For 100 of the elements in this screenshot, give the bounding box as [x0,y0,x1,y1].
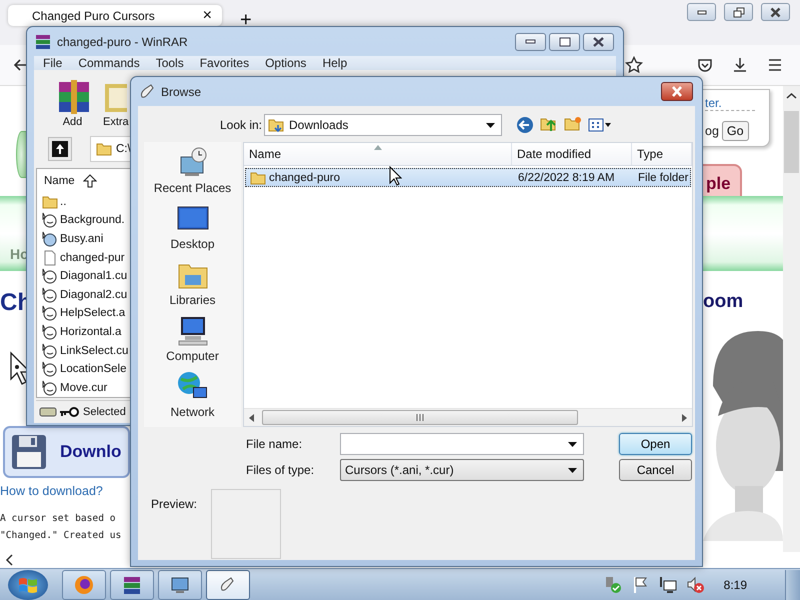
taskbar-button[interactable] [158,570,202,600]
window-title: changed-puro - WinRAR [57,34,188,48]
minimize-icon [696,10,706,14]
help-link[interactable]: How to download? [0,484,103,498]
file-name[interactable]: Busy.ani [60,232,104,245]
look-in-dropdown[interactable]: Downloads [264,114,502,136]
file-name: changed-puro [269,172,340,184]
column-header[interactable]: Name [244,143,512,165]
drive-icon [39,406,57,418]
file-name[interactable]: Horizontal.a [60,326,122,338]
pocket-icon[interactable] [697,57,713,73]
taskbar-button[interactable] [62,570,106,600]
grip-icon [416,414,424,421]
scroll-right-icon[interactable] [680,414,688,422]
places-item[interactable]: Recent Places [144,147,241,203]
caret-icon [568,468,577,472]
file-name[interactable]: Diagonal2.cu [60,288,128,301]
file-name[interactable]: .. [60,196,66,208]
description-text: A cursor set based o [0,513,116,524]
taskbar-button[interactable] [110,570,154,600]
sort-arrow-icon [82,174,97,188]
file-name[interactable]: Background. [60,214,125,226]
download-icon[interactable] [732,57,748,73]
file-name[interactable]: Move.cur [60,382,108,394]
minimize-button[interactable] [687,3,716,21]
restore-button[interactable] [724,3,753,21]
places-item[interactable]: Network [144,371,241,427]
field-label: Files of type: [246,463,316,477]
column-header[interactable]: Date modified [512,143,632,165]
menu-item[interactable]: File [36,56,70,70]
menu-item[interactable]: Commands [71,56,147,70]
field-label: Look in: [218,118,263,132]
toolbar-button[interactable]: Add [44,78,101,134]
folder-icon [250,170,266,186]
file-name-field[interactable] [340,433,584,455]
up-folder-icon[interactable] [540,116,558,134]
menu-item[interactable]: Options [258,56,314,70]
menu-item[interactable]: Favorites [192,56,256,70]
field-label: File name: [246,437,304,451]
file-type-dropdown[interactable]: Cursors (*.ani, *.cur) [340,459,584,481]
menu-icon[interactable] [767,57,783,73]
places-item[interactable]: Computer [144,315,241,371]
search-field[interactable]: og [705,124,719,138]
open-button[interactable]: Open [619,433,692,455]
column-header[interactable]: Type [632,143,692,165]
maximize-button[interactable] [549,32,580,50]
scrollbar-thumb[interactable] [784,111,799,173]
cursor-file-icon [42,268,58,284]
scroll-left-icon[interactable] [248,414,256,422]
file-name[interactable]: HelpSelect.a [60,307,126,320]
caret-icon [568,442,577,446]
description-text: "Changed." Created us [0,530,122,541]
go-button[interactable]: Go [722,121,749,141]
star-icon[interactable] [625,56,643,74]
flag-icon[interactable] [632,576,650,594]
cursor-file-icon [42,342,58,359]
download-card[interactable]: Downlo [3,426,130,478]
file-name[interactable]: Diagonal1.cu [60,270,128,282]
note-link[interactable]: ter. [705,96,755,111]
back-icon[interactable] [516,116,534,134]
minimize-button[interactable] [515,32,546,50]
up-button[interactable] [48,137,72,161]
column-header[interactable]: Name [37,169,131,192]
download-label: Downlo [60,442,122,462]
cursor-file-icon [42,212,58,228]
folder-icon [268,117,286,133]
back-icon[interactable] [12,57,28,73]
cursor-file-icon [42,286,58,303]
dialog-title: Browse [161,84,202,98]
round-button[interactable] [16,131,27,178]
taskbar-button[interactable] [206,570,250,600]
places-item[interactable]: Desktop [144,203,241,259]
file-name[interactable]: LinkSelect.cu [60,344,128,357]
menu-item[interactable]: Tools [148,56,191,70]
muted-speaker-icon[interactable] [686,576,704,594]
scrollbar-thumb[interactable] [262,410,578,425]
caret-icon [486,122,495,128]
view-menu-icon[interactable] [588,117,612,133]
type-cell-text: File folder [637,172,690,184]
close-button[interactable] [661,82,693,101]
close-icon [770,6,781,18]
toolbar-button[interactable]: Extra [101,78,129,134]
close-icon [593,36,604,46]
close-button[interactable] [583,32,614,50]
network-icon[interactable] [658,576,677,594]
restore-icon [732,6,744,18]
places-item[interactable]: Libraries [144,259,241,315]
file-row[interactable]: changed-puro 6/22/2022 8:19 AM File folder [245,168,691,187]
new-tab-button[interactable]: + [240,10,252,30]
menu-item[interactable]: Help [315,56,354,70]
close-button[interactable] [761,3,790,21]
computer-icon [176,315,208,347]
preview-label: Preview: [151,497,198,511]
file-name[interactable]: LocationSele [60,363,126,376]
cancel-button[interactable]: Cancel [619,459,692,481]
file-name[interactable]: changed-pur [60,252,125,264]
clock[interactable]: 8:19 [724,578,747,592]
start-button[interactable] [8,570,48,600]
close-tab-button[interactable]: × [202,8,212,24]
browser-tab[interactable]: Changed Puro Cursors × [8,5,222,26]
